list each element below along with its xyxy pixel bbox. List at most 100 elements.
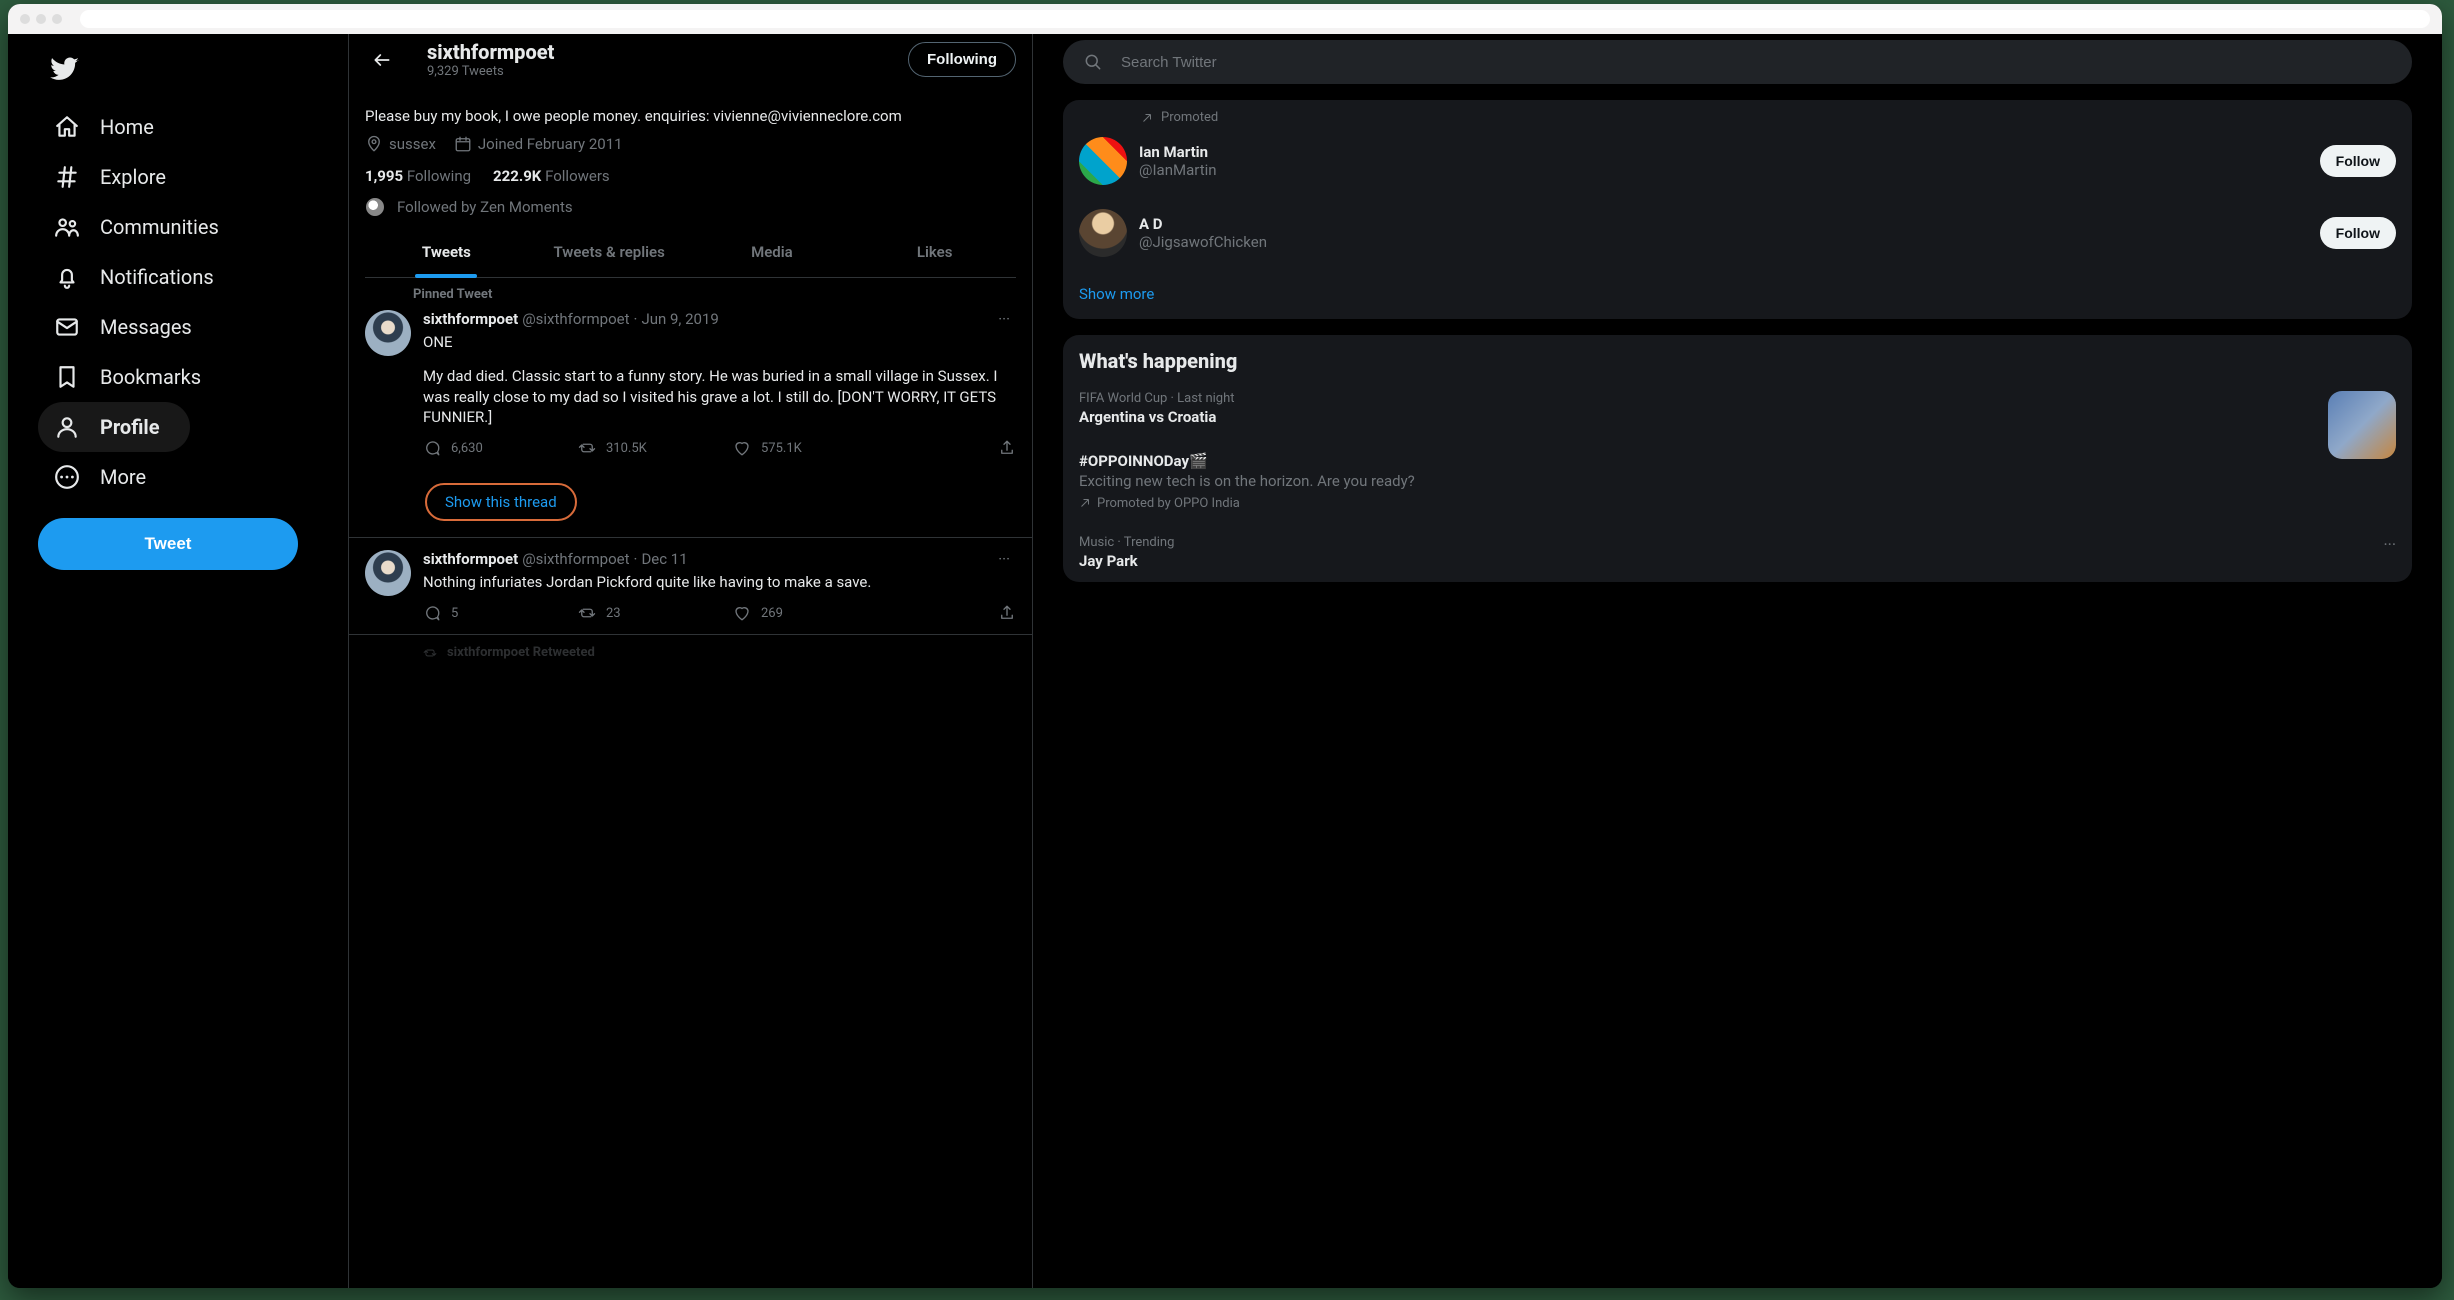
people-icon (54, 214, 80, 240)
followed-by[interactable]: Followed by Zen Moments (365, 197, 1016, 217)
window-max-dot[interactable] (52, 14, 62, 24)
main-column: sixthformpoet 9,329 Tweets Following Ple… (348, 34, 1033, 1288)
profile-bio: Please buy my book, I owe people money. … (365, 107, 1016, 125)
reply-icon (423, 604, 441, 622)
joined: Joined February 2011 (454, 135, 623, 153)
profile-body: Please buy my book, I owe people money. … (349, 85, 1032, 278)
more-icon (54, 464, 80, 490)
tweet-count: 9,329 Tweets (427, 64, 554, 79)
nav-label: Home (100, 115, 154, 139)
retweet-icon (578, 604, 596, 622)
follow-suggestion[interactable]: Ian Martin @IanMartin Follow (1063, 125, 2412, 197)
share-icon (998, 439, 1016, 457)
nav-home[interactable]: Home (38, 102, 324, 152)
followed-by-avatar (365, 197, 385, 217)
tweet-author-name[interactable]: sixthformpoet (423, 550, 518, 568)
twitter-logo[interactable] (38, 42, 324, 102)
tweet[interactable]: sixthformpoet @sixthformpoet · Dec 11 ··… (349, 538, 1032, 635)
twitter-app: Home Explore Communities Notifications M… (8, 34, 2442, 1288)
tab-likes[interactable]: Likes (853, 227, 1016, 277)
nav-label: More (100, 465, 146, 489)
nav-notifications[interactable]: Notifications (38, 252, 324, 302)
share-button[interactable] (998, 439, 1016, 457)
suggestion-name: A D (1139, 215, 1267, 233)
nav-profile[interactable]: Profile (38, 402, 190, 452)
following-button[interactable]: Following (908, 42, 1016, 77)
trend-item[interactable]: Music · Trending Jay Park ··· (1063, 523, 2412, 582)
reply-button[interactable]: 5 (423, 604, 578, 622)
tweet-text: ONE My dad died. Classic start to a funn… (423, 332, 1016, 427)
nav-messages[interactable]: Messages (38, 302, 324, 352)
follow-button[interactable]: Follow (2320, 145, 2396, 177)
window-min-dot[interactable] (36, 14, 46, 24)
suggestion-name: Ian Martin (1139, 143, 1217, 161)
share-button[interactable] (998, 604, 1016, 622)
profile-meta: sussex Joined February 2011 (365, 135, 1016, 153)
browser-window: Home Explore Communities Notifications M… (8, 4, 2442, 1288)
whats-happening-title: What's happening (1063, 335, 2412, 379)
nav-label: Messages (100, 315, 192, 339)
calendar-icon (454, 135, 472, 153)
tweet-avatar[interactable] (365, 550, 411, 596)
promoted-label: Promoted (1063, 100, 2412, 125)
pin-icon (387, 286, 403, 302)
followers-stat[interactable]: 222.9K Followers (493, 167, 610, 185)
tweet-actions: 5 23 269 (423, 604, 1016, 622)
follow-button[interactable]: Follow (2320, 217, 2396, 249)
tweet-more-button[interactable]: ··· (992, 548, 1016, 570)
bell-icon (54, 264, 80, 290)
search-box[interactable] (1063, 40, 2412, 84)
tweet-text: Nothing infuriates Jordan Pickford quite… (423, 572, 1016, 592)
nav-label: Communities (100, 215, 219, 239)
tweet-author-handle[interactable]: @sixthformpoet (522, 310, 629, 328)
suggestion-handle: @IanMartin (1139, 161, 1217, 179)
retweet-icon (578, 439, 596, 457)
follow-stats: 1,995 Following 222.9K Followers (365, 167, 1016, 185)
hash-icon (54, 164, 80, 190)
tweet-author-handle[interactable]: @sixthformpoet (522, 550, 629, 568)
right-sidebar: Promoted Ian Martin @IanMartin Follow A … (1033, 34, 2442, 1288)
retweet-button[interactable]: 310.5K (578, 439, 733, 457)
tab-tweets[interactable]: Tweets (365, 227, 528, 277)
tweet-author-name[interactable]: sixthformpoet (423, 310, 518, 328)
whats-happening-panel: What's happening FIFA World Cup · Last n… (1063, 335, 2412, 582)
retweet-button[interactable]: 23 (578, 604, 733, 622)
like-button[interactable]: 269 (733, 604, 888, 622)
title-bar (8, 4, 2442, 34)
profile-header: sixthformpoet 9,329 Tweets Following (349, 34, 1032, 85)
window-close-dot[interactable] (20, 14, 30, 24)
tab-media[interactable]: Media (691, 227, 854, 277)
sidebar: Home Explore Communities Notifications M… (8, 34, 348, 1288)
search-input[interactable] (1121, 54, 2392, 71)
nav-label: Profile (100, 415, 160, 439)
tweet-date[interactable]: Dec 11 (641, 550, 687, 568)
follow-suggestion[interactable]: A D @JigsawofChicken Follow (1063, 197, 2412, 269)
trend-item[interactable]: #OPPOINNODay🎬 Exciting new tech is on th… (1063, 438, 2412, 523)
avatar (1079, 137, 1127, 185)
trend-item[interactable]: FIFA World Cup · Last night Argentina vs… (1063, 379, 2412, 438)
url-bar[interactable] (80, 10, 2430, 28)
avatar (1079, 209, 1127, 257)
tweet-avatar[interactable] (365, 310, 411, 356)
profile-name: sixthformpoet (427, 40, 554, 64)
show-more-link[interactable]: Show more (1063, 269, 2412, 319)
profile-icon (54, 414, 80, 440)
like-button[interactable]: 575.1K (733, 439, 888, 457)
nav-communities[interactable]: Communities (38, 202, 324, 252)
nav-explore[interactable]: Explore (38, 152, 324, 202)
tweet-button[interactable]: Tweet (38, 518, 298, 570)
back-button[interactable] (365, 43, 399, 77)
tweet-date[interactable]: Jun 9, 2019 (641, 310, 718, 328)
nav-label: Bookmarks (100, 365, 201, 389)
reply-button[interactable]: 6,630 (423, 439, 578, 457)
suggestion-handle: @JigsawofChicken (1139, 233, 1267, 251)
promoted-arrow-icon (1079, 497, 1091, 509)
tab-replies[interactable]: Tweets & replies (528, 227, 691, 277)
show-thread-link[interactable]: Show this thread (425, 483, 577, 521)
nav-bookmarks[interactable]: Bookmarks (38, 352, 324, 402)
following-stat[interactable]: 1,995 Following (365, 167, 471, 185)
nav-more[interactable]: More (38, 452, 324, 502)
tweet-more-button[interactable]: ··· (992, 308, 1016, 330)
trend-more-button[interactable]: ··· (2383, 535, 2396, 554)
pinned-tweet[interactable]: sixthformpoet @sixthformpoet · Jun 9, 20… (349, 306, 1032, 469)
